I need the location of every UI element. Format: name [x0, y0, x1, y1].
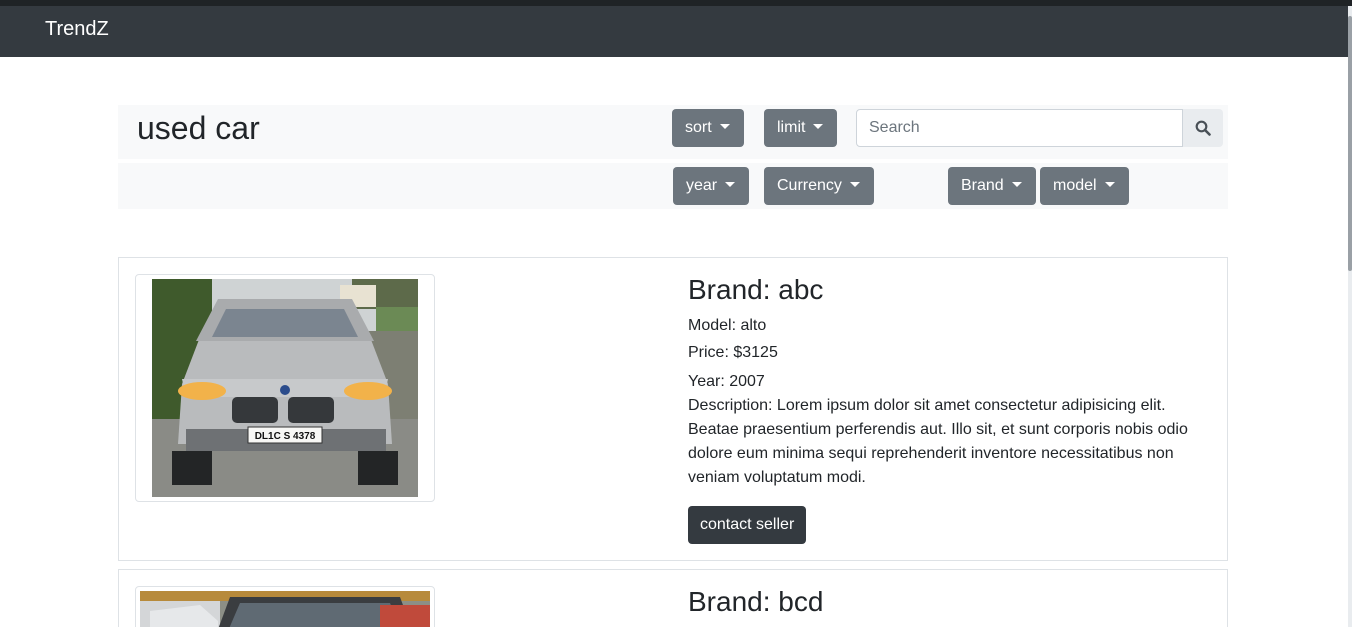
search-button[interactable] [1183, 109, 1223, 147]
model-dropdown-label: model [1053, 177, 1097, 194]
car-model: Model: alto [688, 317, 767, 334]
brand-dropdown[interactable]: Brand [948, 167, 1036, 205]
navbar-brand[interactable]: TrendZ [45, 18, 109, 41]
caret-down-icon [1011, 182, 1022, 187]
license-plate: DL1C S 4378 [255, 431, 316, 442]
car-image[interactable]: DL1C S 4378 [152, 279, 418, 497]
model-dropdown[interactable]: model [1040, 167, 1129, 205]
sort-dropdown[interactable]: sort [672, 109, 744, 147]
page-title: used car [137, 110, 260, 146]
car-brand: Brand: abc [688, 274, 824, 305]
year-dropdown-label: year [686, 177, 718, 194]
car-description: Description: Lorem ipsum dolor sit amet … [688, 397, 1188, 486]
limit-dropdown[interactable]: limit [764, 109, 838, 147]
contact-seller-button[interactable]: contact seller [688, 506, 807, 544]
caret-down-icon [725, 182, 736, 187]
caret-down-icon [849, 182, 860, 187]
caret-down-icon [719, 124, 730, 129]
search-icon [1195, 120, 1211, 136]
car-brand: Brand: bcd [688, 586, 824, 617]
currency-dropdown-label: Currency [777, 177, 842, 194]
currency-dropdown[interactable]: Currency [764, 167, 874, 205]
car-card: DL1C S 4378 Brand: abc Model: alto Price… [118, 257, 1228, 561]
sort-dropdown-label: sort [685, 119, 712, 136]
search-input[interactable] [856, 109, 1183, 147]
navbar: TrendZ [0, 6, 1348, 57]
car-card: Brand: bcd [118, 569, 1228, 627]
limit-dropdown-label: limit [777, 119, 806, 136]
car-year: Year: 2007 [688, 373, 765, 390]
year-dropdown[interactable]: year [673, 167, 750, 205]
car-image-frame: DL1C S 4378 [135, 274, 435, 502]
car-price: Price: $3125 [688, 344, 778, 361]
page-scrollbar[interactable] [1348, 6, 1352, 627]
brand-dropdown-label: Brand [961, 177, 1004, 194]
car-image-frame [135, 586, 435, 627]
car-image[interactable] [140, 591, 430, 627]
scrollbar-thumb[interactable] [1348, 16, 1352, 271]
caret-down-icon [813, 124, 824, 129]
caret-down-icon [1104, 182, 1115, 187]
